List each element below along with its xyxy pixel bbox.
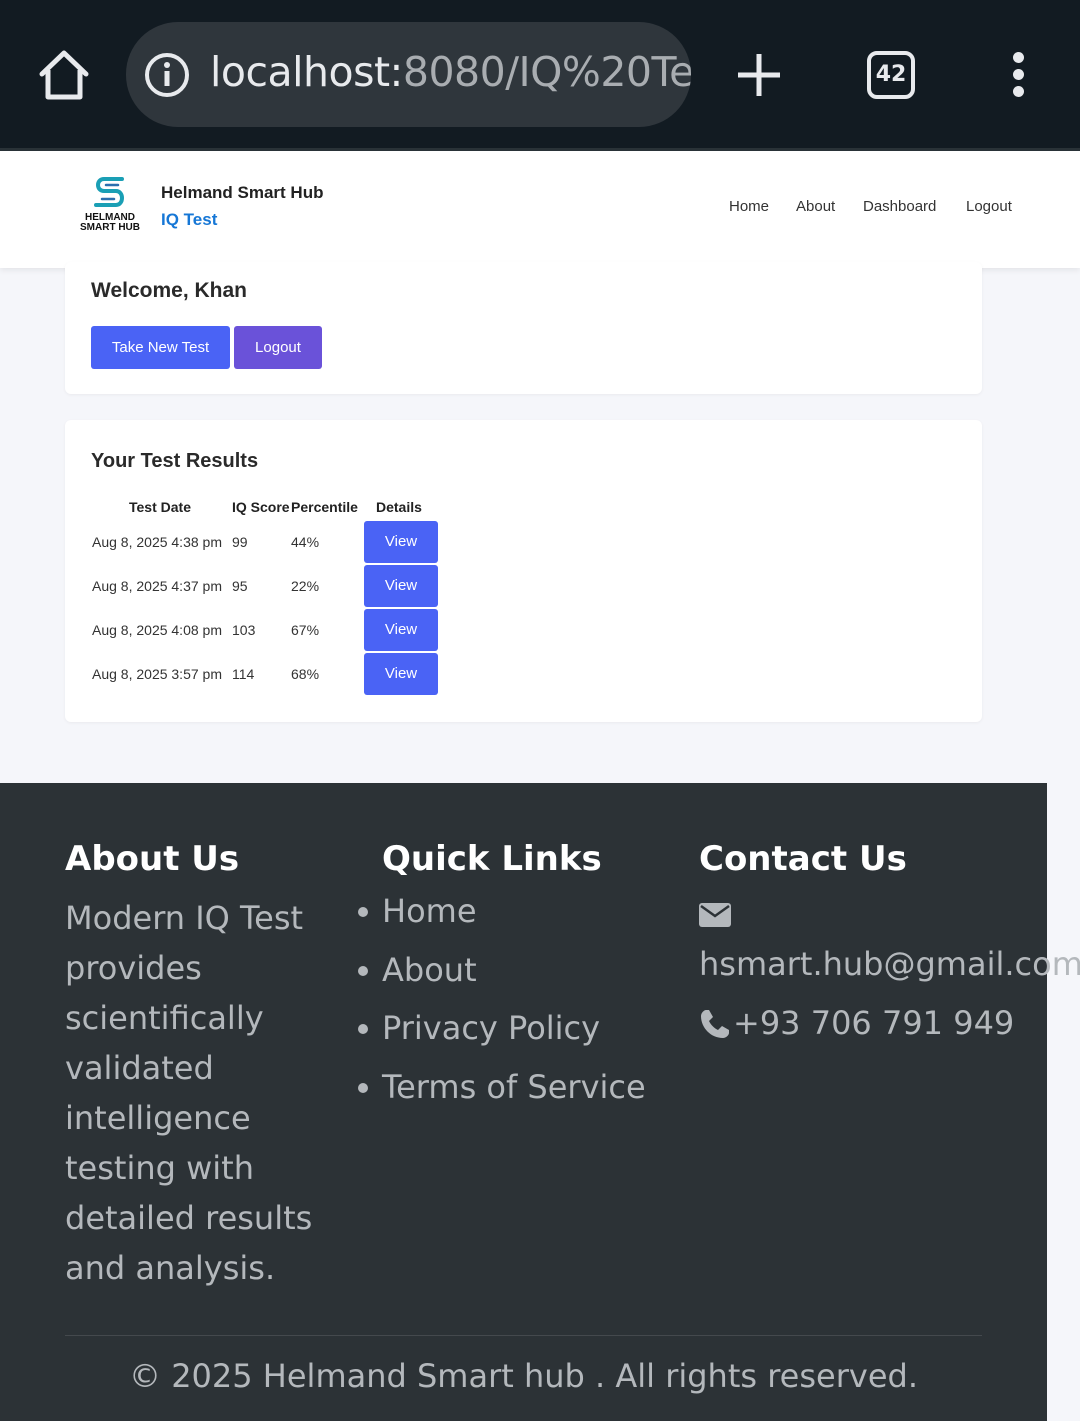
cell-percentile: 67% bbox=[291, 622, 320, 638]
nav-logout[interactable]: Logout bbox=[966, 198, 1012, 215]
cell-iq-score: 99 bbox=[232, 534, 248, 550]
column-header-percentile: Percentile bbox=[291, 499, 358, 515]
address-bar[interactable]: localhost:8080/IQ%20Te bbox=[126, 22, 691, 127]
cell-percentile: 22% bbox=[291, 578, 320, 594]
column-header-test-date: Test Date bbox=[129, 499, 191, 515]
welcome-card: Welcome, Khan Take New Test Logout bbox=[65, 262, 982, 394]
column-header-details: Details bbox=[376, 499, 422, 515]
cell-test-date: Aug 8, 2025 4:08 pm bbox=[92, 622, 222, 638]
footer-links-heading: Quick Links bbox=[382, 839, 602, 879]
cell-iq-score: 103 bbox=[232, 622, 256, 638]
site-header: HELMAND SMART HUB Helmand Smart Hub IQ T… bbox=[0, 151, 1080, 268]
footer-copyright: © 2025 Helmand Smart hub . All rights re… bbox=[129, 1357, 918, 1395]
brand-subtitle: IQ Test bbox=[161, 210, 218, 229]
more-icon[interactable] bbox=[1008, 52, 1028, 98]
footer-about-text: Modern IQ Test provides scientifically v… bbox=[65, 899, 313, 1287]
plus-icon[interactable] bbox=[736, 52, 782, 98]
view-details-button[interactable]: View bbox=[364, 565, 438, 607]
site-footer: About Us Modern IQ Test provides scienti… bbox=[0, 783, 1080, 1421]
browser-toolbar: localhost:8080/IQ%20Te 42 bbox=[0, 0, 1080, 150]
footer-link-terms-of-service[interactable]: Terms of Service bbox=[356, 1069, 646, 1105]
footer-link-about[interactable]: About bbox=[356, 952, 646, 988]
cell-percentile: 68% bbox=[291, 666, 320, 682]
welcome-heading: Welcome, Khan bbox=[91, 279, 247, 302]
phone-icon bbox=[701, 1010, 729, 1038]
take-new-test-button[interactable]: Take New Test bbox=[91, 326, 230, 369]
footer-contact-heading: Contact Us bbox=[699, 839, 907, 879]
cell-test-date: Aug 8, 2025 4:37 pm bbox=[92, 578, 222, 594]
cell-test-date: Aug 8, 2025 3:57 pm bbox=[92, 666, 222, 682]
results-card: Your Test Results Test Date IQ Score Per… bbox=[65, 420, 982, 722]
info-icon[interactable] bbox=[144, 52, 190, 98]
view-details-button[interactable]: View bbox=[364, 521, 438, 563]
url-text[interactable]: localhost:8080/IQ%20Te bbox=[210, 48, 691, 96]
cell-iq-score: 95 bbox=[232, 578, 248, 594]
footer-link-home[interactable]: Home bbox=[356, 893, 646, 929]
footer-link-privacy-policy[interactable]: Privacy Policy bbox=[356, 1010, 646, 1046]
footer-about-heading: About Us bbox=[65, 839, 240, 879]
footer-links-list: Home About Privacy Policy Terms of Servi… bbox=[356, 893, 646, 1127]
logout-button[interactable]: Logout bbox=[234, 326, 322, 369]
tabs-icon[interactable]: 42 bbox=[867, 51, 915, 99]
home-icon[interactable] bbox=[36, 48, 92, 102]
envelope-icon bbox=[699, 903, 731, 927]
cell-test-date: Aug 8, 2025 4:38 pm bbox=[92, 534, 222, 550]
logo-text: HELMAND SMART HUB bbox=[80, 212, 140, 233]
nav-home[interactable]: Home bbox=[729, 198, 769, 215]
results-heading: Your Test Results bbox=[91, 450, 259, 472]
footer-email[interactable]: hsmart.hub@gmail.com bbox=[699, 945, 1080, 983]
footer-phone[interactable]: +93 706 791 949 bbox=[733, 1004, 1014, 1042]
nav-dashboard[interactable]: Dashboard bbox=[863, 198, 936, 215]
cell-percentile: 44% bbox=[291, 534, 320, 550]
site-logo[interactable]: HELMAND SMART HUB bbox=[78, 173, 142, 243]
nav-about[interactable]: About bbox=[796, 198, 835, 215]
column-header-iq-score: IQ Score bbox=[232, 499, 290, 515]
brand-name: Helmand Smart Hub bbox=[161, 183, 324, 202]
cell-iq-score: 114 bbox=[232, 666, 255, 682]
view-details-button[interactable]: View bbox=[364, 653, 438, 695]
logo-mark-icon bbox=[94, 177, 124, 207]
footer-divider bbox=[65, 1335, 982, 1336]
view-details-button[interactable]: View bbox=[364, 609, 438, 651]
